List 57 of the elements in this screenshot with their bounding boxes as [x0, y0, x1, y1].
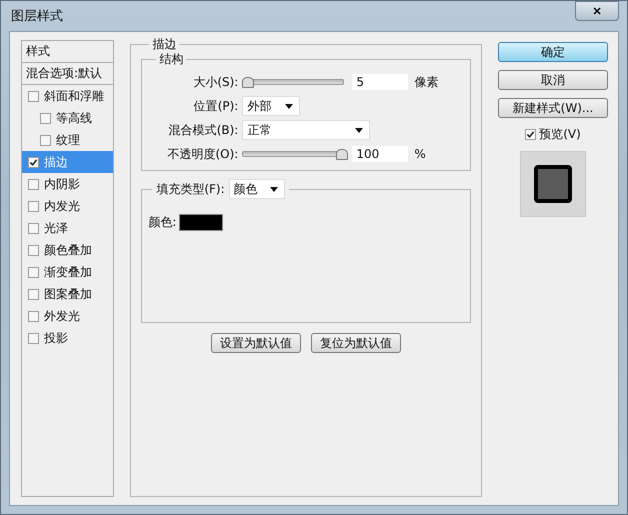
reset-button[interactable]: 复位为默认值: [311, 333, 402, 353]
caret-icon: [355, 128, 364, 133]
checkbox-label: 预览(V): [539, 126, 581, 143]
list-item[interactable]: 外发光: [22, 305, 114, 327]
list-item[interactable]: 等高线: [22, 107, 114, 129]
checkbox[interactable]: [28, 90, 39, 102]
slider-thumb[interactable]: [336, 149, 348, 160]
checkbox[interactable]: [28, 156, 39, 168]
window-title: 图层样式: [10, 8, 63, 25]
close-button[interactable]: ✕: [575, 1, 619, 21]
list-item[interactable]: 投影: [22, 327, 114, 349]
field-label: 填充类型(F):: [156, 180, 225, 198]
checkbox[interactable]: [28, 178, 39, 190]
field-label: 位置(P):: [192, 98, 240, 114]
checkbox[interactable]: [28, 244, 39, 256]
checkbox[interactable]: [28, 200, 39, 212]
list-item[interactable]: 图案叠加: [22, 283, 114, 305]
group-title: 结构: [156, 51, 186, 68]
field-label: 颜色:: [148, 214, 176, 231]
group-title: 描边: [149, 36, 180, 53]
dialog-button[interactable]: 新建样式(W)...: [498, 98, 608, 118]
checkbox[interactable]: [525, 129, 536, 140]
style-preview: [520, 151, 586, 217]
number-field[interactable]: 5: [352, 74, 408, 90]
checkbox[interactable]: [40, 134, 51, 146]
caret-icon: [270, 187, 278, 192]
list-item[interactable]: 光泽: [22, 217, 114, 239]
list-item[interactable]: 混合选项:默认: [22, 63, 114, 85]
checkbox[interactable]: [28, 332, 39, 344]
number-field[interactable]: 100: [352, 146, 408, 162]
field-label: 混合模式(B):: [168, 122, 240, 138]
caret-icon: [285, 104, 294, 109]
list-item[interactable]: 颜色叠加: [22, 239, 114, 261]
list-item[interactable]: 内发光: [22, 195, 114, 217]
color-swatch[interactable]: [179, 214, 224, 231]
list-item[interactable]: 内阴影: [22, 173, 114, 195]
checkbox[interactable]: [28, 288, 39, 300]
list-header: 样式: [22, 41, 114, 63]
checkbox[interactable]: [28, 310, 39, 322]
slider[interactable]: [242, 79, 344, 85]
unit-label: 像素: [414, 74, 438, 90]
list-item[interactable]: 渐变叠加: [22, 261, 114, 283]
checkbox[interactable]: [28, 222, 39, 234]
slider-thumb[interactable]: [242, 77, 254, 88]
unit-label: %: [414, 147, 426, 161]
dropdown[interactable]: 外部: [242, 96, 300, 116]
field-label: 大小(S):: [192, 74, 240, 90]
dialog-button[interactable]: 确定: [498, 42, 608, 62]
checkbox[interactable]: [28, 266, 39, 278]
list-item[interactable]: 纹理: [22, 129, 114, 151]
field-label: 不透明度(O):: [166, 146, 240, 162]
dropdown[interactable]: 正常: [242, 120, 370, 140]
checkbox[interactable]: [40, 112, 51, 124]
reset-button[interactable]: 设置为默认值: [211, 333, 302, 353]
dialog-button[interactable]: 取消: [498, 70, 608, 90]
list-item[interactable]: 斜面和浮雕: [22, 85, 114, 107]
dropdown[interactable]: 颜色: [228, 179, 285, 199]
